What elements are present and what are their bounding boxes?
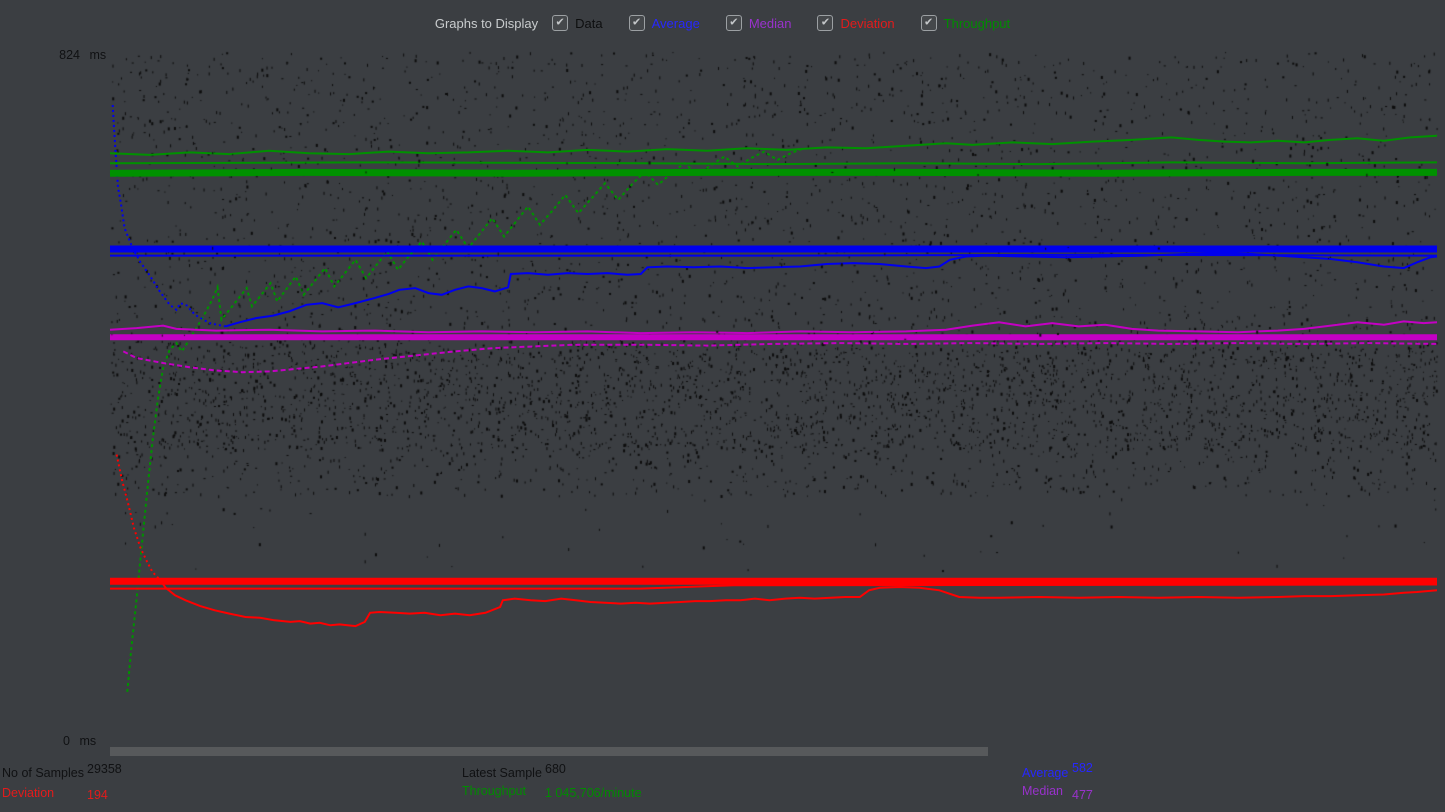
average-value: 582 bbox=[1072, 761, 1093, 775]
checkbox-average-box[interactable]: ✔ bbox=[628, 15, 645, 31]
graph-plot-area bbox=[108, 45, 1440, 745]
checkbox-throughput[interactable]: ✔ Throughput bbox=[920, 15, 1011, 31]
average-label: Average bbox=[1022, 766, 1069, 780]
checkbox-data-box[interactable]: ✔ bbox=[552, 15, 569, 31]
check-icon: ✔ bbox=[924, 16, 934, 28]
deviation-label: Deviation bbox=[2, 786, 55, 800]
checkbox-deviation-box[interactable]: ✔ bbox=[817, 15, 834, 31]
checkbox-deviation-label: Deviation bbox=[840, 15, 895, 31]
horizontal-scrollbar-thumb[interactable] bbox=[110, 747, 988, 756]
checkbox-data[interactable]: ✔ Data bbox=[552, 15, 603, 31]
checkbox-throughput-label: Throughput bbox=[943, 15, 1011, 31]
check-icon: ✔ bbox=[729, 16, 739, 28]
checkbox-average-label: Average bbox=[651, 15, 700, 31]
throughput-label: Throughput bbox=[462, 784, 526, 798]
latest-sample-label: Latest Sample bbox=[462, 766, 542, 780]
median-label: Median bbox=[1022, 784, 1063, 798]
check-icon: ✔ bbox=[820, 16, 831, 28]
deviation-value: 194 bbox=[87, 788, 108, 802]
checkbox-median-box[interactable]: ✔ bbox=[725, 15, 742, 31]
checkbox-median-label: Median bbox=[748, 15, 792, 31]
data-scatter-overlay-canvas bbox=[108, 45, 1440, 745]
checkbox-average[interactable]: ✔ Average bbox=[628, 15, 700, 31]
jmeter-graph-results-window: { "header": { "title": "Graphs to Displa… bbox=[0, 0, 1445, 812]
no-of-samples-value: 29358 bbox=[87, 762, 122, 776]
y-axis-max-label: 824 ms bbox=[59, 48, 107, 62]
graphs-to-display-label: Graphs to Display bbox=[434, 15, 539, 31]
graphs-to-display-bar: Graphs to Display ✔ Data ✔ Average ✔ Med… bbox=[0, 12, 1445, 34]
checkbox-throughput-box[interactable]: ✔ bbox=[920, 15, 937, 31]
no-of-samples-label: No of Samples bbox=[2, 766, 84, 780]
checkbox-data-label: Data bbox=[575, 15, 603, 31]
y-axis-unit: ms bbox=[79, 734, 97, 748]
checkbox-deviation[interactable]: ✔ Deviation bbox=[817, 15, 895, 31]
check-icon: ✔ bbox=[555, 16, 565, 28]
throughput-value: 1 045,706/minute bbox=[545, 786, 642, 800]
median-value: 477 bbox=[1072, 788, 1093, 802]
latest-sample-value: 680 bbox=[545, 762, 566, 776]
y-axis-unit: ms bbox=[89, 48, 107, 62]
check-icon: ✔ bbox=[632, 16, 642, 28]
checkbox-median[interactable]: ✔ Median bbox=[725, 15, 792, 31]
y-axis-min-label: 0 ms bbox=[63, 734, 97, 748]
